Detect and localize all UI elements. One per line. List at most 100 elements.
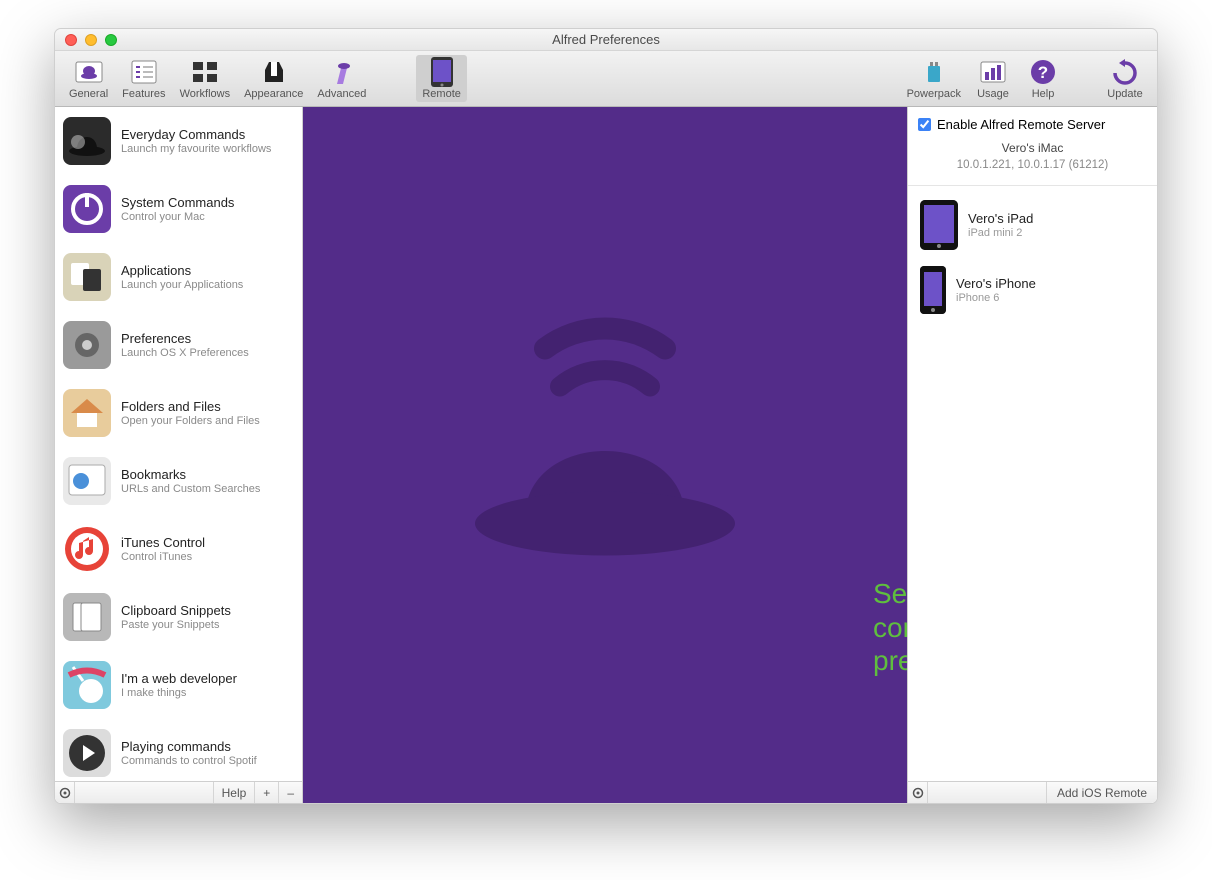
connected-device[interactable]: Vero's iPhoneiPhone 6	[908, 258, 1157, 322]
workflows-icon	[190, 57, 220, 87]
page-title: System Commands	[121, 195, 234, 210]
toolbar-tab-label: Update	[1107, 88, 1142, 100]
svg-text:?: ?	[1038, 63, 1048, 82]
music-icon	[63, 525, 111, 573]
sidebar-help-button[interactable]: Help	[213, 782, 255, 803]
page-title: Applications	[121, 263, 243, 278]
remote-page-item[interactable]: ApplicationsLaunch your Applications	[55, 243, 302, 311]
remote-page-item[interactable]: I'm a web developerI make things	[55, 651, 302, 719]
enable-server-checkbox[interactable]	[918, 118, 931, 131]
toolbar-tab-help[interactable]: ? Help	[1019, 55, 1067, 102]
left-sidebar: Everyday CommandsLaunch my favourite wor…	[55, 107, 303, 803]
globe-icon	[63, 457, 111, 505]
preferences-toolbar: General Features Workflows Appearance Advanc…	[55, 51, 1157, 107]
device-name: Vero's iPad	[968, 211, 1033, 226]
remote-pages-list: Everyday CommandsLaunch my favourite wor…	[55, 107, 302, 781]
remote-page-item[interactable]: Clipboard SnippetsPaste your Snippets	[55, 583, 302, 651]
toolbar-tab-label: Help	[1032, 88, 1055, 100]
toolbar-tab-label: Remote	[422, 88, 461, 100]
rightpane-gear-button[interactable]	[908, 782, 928, 803]
gear-icon	[59, 787, 71, 799]
remote-page-item[interactable]: Folders and FilesOpen your Folders and F…	[55, 379, 302, 447]
remote-icon	[427, 57, 457, 87]
toolbar-tab-label: Appearance	[244, 88, 303, 100]
gears-icon	[63, 321, 111, 369]
page-title: Bookmarks	[121, 467, 260, 482]
page-subtitle: Paste your Snippets	[121, 619, 231, 631]
page-title: I'm a web developer	[121, 671, 237, 686]
toolbar-tab-advanced[interactable]: Advanced	[311, 55, 372, 102]
general-icon	[74, 57, 104, 87]
connected-devices: Vero's iPadiPad mini 2Vero's iPhoneiPhon…	[908, 186, 1157, 781]
annotation-text: Server config preferences	[873, 577, 907, 678]
toolbar-tab-remote[interactable]: Remote	[416, 55, 467, 102]
rightpane-footer: Add iOS Remote	[908, 781, 1157, 803]
sidebar-add-button[interactable]: +	[254, 782, 278, 803]
toolbar-tab-features[interactable]: Features	[116, 55, 171, 102]
window-titlebar: Alfred Preferences	[55, 29, 1157, 51]
toolbar-tab-label: General	[69, 88, 108, 100]
page-subtitle: Launch OS X Preferences	[121, 347, 249, 359]
right-pane: Enable Alfred Remote Server Vero's iMac …	[907, 107, 1157, 803]
toolbar-tab-update[interactable]: Update	[1101, 55, 1149, 102]
server-config: Enable Alfred Remote Server Vero's iMac …	[908, 107, 1157, 186]
help-icon: ?	[1028, 57, 1058, 87]
hat-icon	[63, 117, 111, 165]
toolbar-tab-label: Powerpack	[907, 88, 961, 100]
page-title: Preferences	[121, 331, 249, 346]
sidebar-remove-button[interactable]: –	[278, 782, 302, 803]
apps-icon	[63, 253, 111, 301]
page-title: Everyday Commands	[121, 127, 271, 142]
page-subtitle: Launch my favourite workflows	[121, 143, 271, 155]
page-title: Clipboard Snippets	[121, 603, 231, 618]
features-icon	[129, 57, 159, 87]
sidebar-footer: Help + –	[55, 781, 302, 803]
device-model: iPad mini 2	[968, 227, 1033, 239]
server-host-info: Vero's iMac 10.0.1.221, 10.0.1.17 (61212…	[918, 140, 1147, 173]
toolbar-tab-usage[interactable]: Usage	[969, 55, 1017, 102]
toolbar-tab-label: Usage	[977, 88, 1009, 100]
device-model: iPhone 6	[956, 292, 1036, 304]
gear-icon	[912, 787, 924, 799]
remote-page-item[interactable]: iTunes ControlControl iTunes	[55, 515, 302, 583]
page-subtitle: Commands to control Spotif	[121, 755, 257, 767]
device-icon	[920, 200, 958, 250]
remote-page-item[interactable]: BookmarksURLs and Custom Searches	[55, 447, 302, 515]
page-subtitle: Launch your Applications	[121, 279, 243, 291]
advanced-icon	[327, 57, 357, 87]
sidebar-gear-button[interactable]	[55, 782, 75, 803]
add-ios-remote-button[interactable]: Add iOS Remote	[1046, 782, 1157, 803]
toolbar-tab-appearance[interactable]: Appearance	[238, 55, 309, 102]
page-subtitle: I make things	[121, 687, 237, 699]
page-subtitle: Control iTunes	[121, 551, 205, 563]
page-subtitle: Open your Folders and Files	[121, 415, 260, 427]
toolbar-tab-powerpack[interactable]: Powerpack	[901, 55, 967, 102]
toolbar-tab-label: Advanced	[317, 88, 366, 100]
page-title: Folders and Files	[121, 399, 260, 414]
remote-page-item[interactable]: PreferencesLaunch OS X Preferences	[55, 311, 302, 379]
enable-server-row[interactable]: Enable Alfred Remote Server	[918, 117, 1147, 132]
play-icon	[63, 729, 111, 777]
unicorn-icon	[63, 661, 111, 709]
page-title: iTunes Control	[121, 535, 205, 550]
toolbar-tab-label: Features	[122, 88, 165, 100]
device-icon	[920, 266, 946, 314]
page-title: Playing commands	[121, 739, 257, 754]
usage-icon	[978, 57, 1008, 87]
house-icon	[63, 389, 111, 437]
toolbar-tab-label: Workflows	[180, 88, 231, 100]
remote-page-item[interactable]: System CommandsControl your Mac	[55, 175, 302, 243]
remote-page-item[interactable]: Everyday CommandsLaunch my favourite wor…	[55, 107, 302, 175]
remote-page-item[interactable]: Playing commandsCommands to control Spot…	[55, 719, 302, 781]
window-title: Alfred Preferences	[55, 32, 1157, 47]
powerpack-icon	[919, 57, 949, 87]
device-name: Vero's iPhone	[956, 276, 1036, 291]
appearance-icon	[259, 57, 289, 87]
clipboard-icon	[63, 593, 111, 641]
toolbar-tab-general[interactable]: General	[63, 55, 114, 102]
toolbar-tab-workflows[interactable]: Workflows	[174, 55, 237, 102]
alfred-hat-logo	[465, 309, 745, 574]
connected-device[interactable]: Vero's iPadiPad mini 2	[908, 192, 1157, 258]
center-content: Server config preferences	[303, 107, 907, 803]
page-subtitle: Control your Mac	[121, 211, 234, 223]
